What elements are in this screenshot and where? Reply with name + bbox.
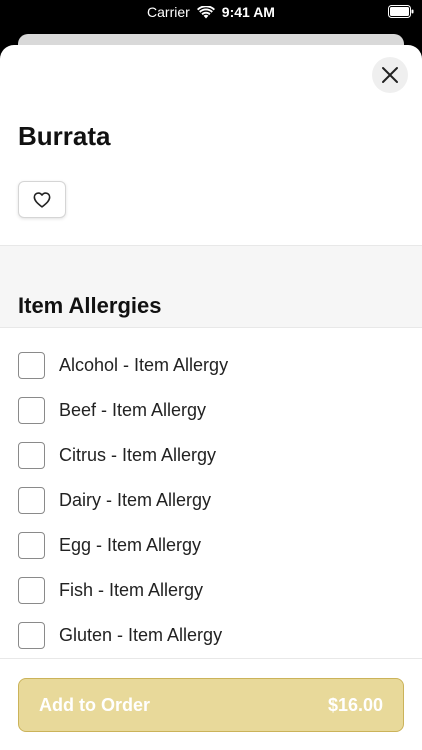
close-icon (382, 67, 398, 83)
allergy-option[interactable]: Citrus - Item Allergy (0, 433, 422, 478)
item-detail-sheet: Burrata Item Allergies Alcohol - Item Al… (0, 45, 422, 750)
status-center: Carrier 9:41 AM (0, 4, 422, 20)
carrier-label: Carrier (147, 4, 190, 20)
allergy-label: Fish - Item Allergy (59, 580, 204, 600)
allergy-label: Gluten - Item Allergy (59, 625, 223, 645)
wifi-icon (196, 5, 215, 18)
allergy-option[interactable]: Alcohol - Item Allergy (0, 343, 422, 388)
allergy-option[interactable]: Dairy - Item Allergy (0, 478, 422, 523)
allergy-checkbox[interactable] (18, 352, 45, 379)
allergy-checkbox[interactable] (18, 487, 45, 514)
time-label: 9:41 AM (221, 4, 275, 20)
favorite-button[interactable] (18, 181, 66, 218)
allergy-option[interactable]: Beef - Item Allergy (0, 388, 422, 433)
allergy-checkbox[interactable] (18, 397, 45, 424)
allergy-option[interactable]: Egg - Item Allergy (0, 523, 422, 568)
battery-icon (388, 5, 414, 18)
allergy-label: Alcohol - Item Allergy (59, 355, 229, 375)
section-heading: Item Allergies (18, 293, 162, 318)
status-bar: Carrier 9:41 AM (0, 0, 422, 26)
allergy-list: Alcohol - Item Allergy Beef - Item Aller… (0, 343, 422, 658)
allergy-label: Egg - Item Allergy (59, 535, 202, 555)
allergy-label: Dairy - Item Allergy (59, 490, 212, 510)
allergy-option[interactable]: Fish - Item Allergy (0, 568, 422, 613)
add-to-order-button[interactable]: Add to Order $16.00 (18, 678, 404, 732)
price-label: $16.00 (327, 694, 383, 715)
footer-divider (0, 658, 422, 659)
allergy-checkbox[interactable] (18, 532, 45, 559)
allergy-option[interactable]: Gluten - Item Allergy (0, 613, 422, 658)
heart-icon (33, 191, 51, 208)
allergy-checkbox[interactable] (18, 577, 45, 604)
section-divider (0, 327, 422, 328)
allergy-checkbox[interactable] (18, 622, 45, 649)
close-button[interactable] (372, 57, 408, 93)
allergy-checkbox[interactable] (18, 442, 45, 469)
add-to-order-label: Add to Order (39, 694, 150, 715)
allergy-label: Citrus - Item Allergy (59, 445, 217, 465)
item-title: Burrata (18, 121, 111, 151)
allergy-label: Beef - Item Allergy (59, 400, 207, 420)
